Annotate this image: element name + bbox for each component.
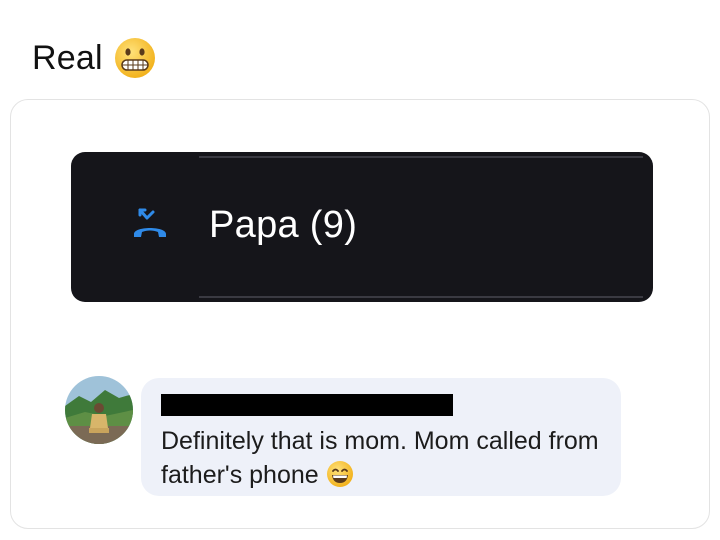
comment-bubble: Definitely that is mom. Mom called from …	[141, 378, 621, 496]
caller-name: Papa (9)	[209, 204, 358, 246]
post-card: Papa (9) Definitely that is mom. Mom cal…	[10, 99, 710, 529]
comment-text: Definitely that is mom. Mom called from …	[161, 424, 611, 492]
redacted-author-name	[161, 394, 453, 416]
grinning-face-icon	[326, 461, 354, 489]
post-heading: Real	[32, 36, 157, 80]
grimacing-face-icon	[113, 36, 157, 80]
comment-body: Definitely that is mom. Mom called from …	[161, 427, 599, 489]
avatar[interactable]	[65, 376, 133, 444]
heading-text: Real	[32, 38, 103, 77]
call-log-screenshot: Papa (9)	[71, 152, 653, 302]
